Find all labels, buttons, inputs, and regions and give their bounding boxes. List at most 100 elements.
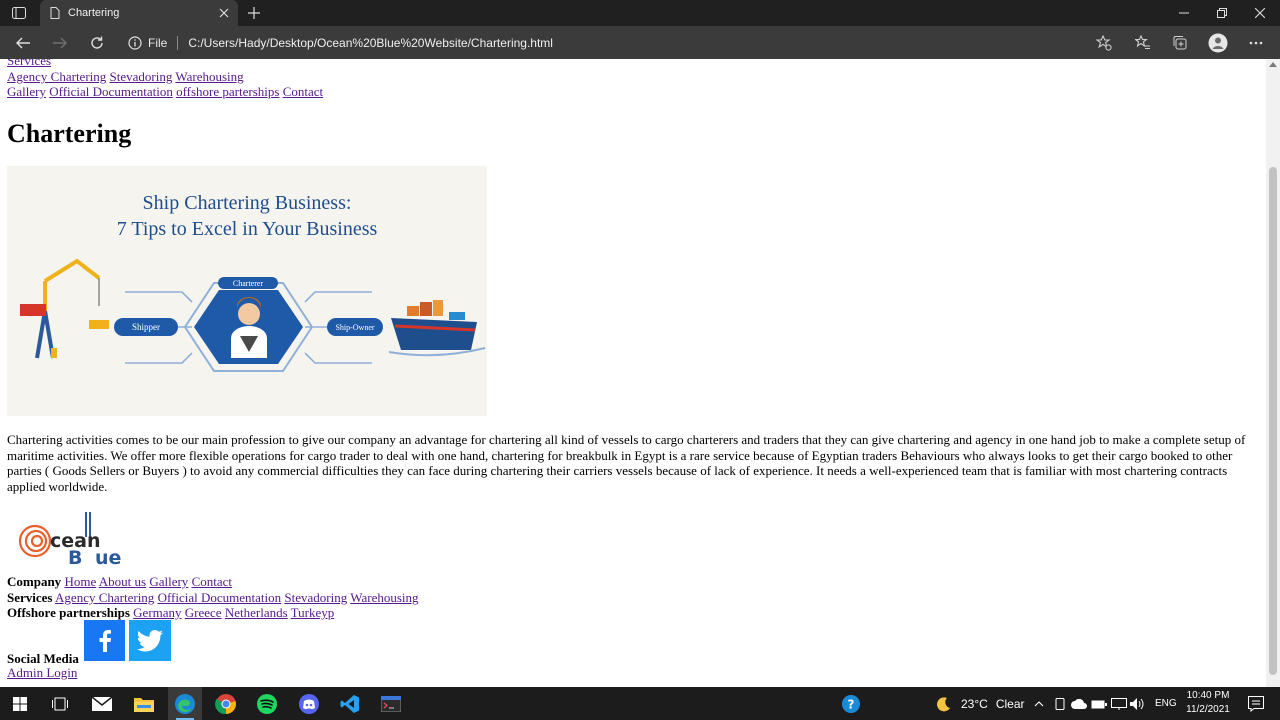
help-button[interactable]: ? <box>838 691 864 717</box>
footer-link-official-documentation[interactable]: Official Documentation <box>158 590 282 605</box>
logo-word-ue: ue <box>95 547 121 567</box>
close-icon <box>1255 8 1265 18</box>
footer-link-agency-chartering[interactable]: Agency Chartering <box>55 590 154 605</box>
footer-link-greece[interactable]: Greece <box>185 605 222 620</box>
weather-widget[interactable]: 23°C Clear <box>936 696 1025 712</box>
clock-date: 11/2/2021 <box>1186 704 1230 715</box>
start-button[interactable] <box>7 691 33 717</box>
mail-app[interactable] <box>89 691 115 717</box>
collections-icon <box>1173 35 1187 49</box>
tab-title: Chartering <box>68 7 120 19</box>
clock[interactable]: 10:40 PM 11/2/2021 <box>1180 689 1236 717</box>
nav-link-stevadoring[interactable]: Stevadoring <box>110 69 173 84</box>
file-explorer-app[interactable] <box>131 691 157 717</box>
hero-headline-1: Ship Chartering Business: <box>143 192 352 214</box>
footer-link-contact[interactable]: Contact <box>192 574 232 589</box>
nav-services: Services <box>7 59 51 68</box>
nav-link-contact[interactable]: Contact <box>283 84 323 99</box>
nav-link-services[interactable]: Services <box>7 59 51 68</box>
page-title: Chartering <box>7 119 132 148</box>
footer-company-label: Company <box>7 574 62 589</box>
footer-link-gallery[interactable]: Gallery <box>149 574 188 589</box>
language-indicator[interactable]: ENG <box>1155 698 1177 709</box>
vscode-app[interactable] <box>337 691 363 717</box>
nav-link-official-documentation[interactable]: Official Documentation <box>49 84 173 99</box>
discord-app[interactable] <box>296 691 322 717</box>
moon-icon <box>937 697 950 712</box>
vscode-icon <box>340 695 359 713</box>
spotify-app[interactable] <box>254 691 280 717</box>
folder-icon <box>134 698 154 712</box>
spotify-icon <box>257 694 277 714</box>
favorites-button[interactable] <box>1130 30 1156 55</box>
onedrive-button[interactable] <box>1070 691 1088 717</box>
svg-text:?: ? <box>848 698 855 712</box>
settings-more-button[interactable] <box>1243 30 1269 55</box>
footer-link-netherlands[interactable]: Netherlands <box>225 605 288 620</box>
usb-device-icon <box>1055 698 1065 710</box>
twitter-icon <box>137 629 163 651</box>
back-arrow-icon <box>16 37 30 48</box>
forward-arrow-icon <box>53 37 67 48</box>
task-view-button[interactable] <box>47 691 73 717</box>
battery-button[interactable] <box>1090 691 1108 717</box>
windows-logo-icon <box>13 697 27 711</box>
shipper-label: Shipper <box>132 322 160 332</box>
info-icon[interactable] <box>128 35 142 50</box>
admin-login-link[interactable]: Admin Login <box>7 665 77 681</box>
chrome-app[interactable] <box>213 691 239 717</box>
restore-icon <box>1217 8 1227 18</box>
scroll-up-arrow-icon[interactable] <box>1269 62 1277 67</box>
logo-word-b: B <box>68 547 82 567</box>
footer-link-home[interactable]: Home <box>64 574 96 589</box>
close-window-button[interactable] <box>1241 0 1279 26</box>
nav-link-gallery[interactable]: Gallery <box>7 84 46 99</box>
twitter-button[interactable] <box>129 620 171 661</box>
add-favorite-button[interactable] <box>1091 30 1117 55</box>
refresh-icon <box>91 36 103 49</box>
collections-button[interactable] <box>1167 30 1193 55</box>
nav-services-sub: Agency Chartering Stevadoring Warehousin… <box>7 69 244 84</box>
footer-link-stevadoring[interactable]: Stevadoring <box>284 590 347 605</box>
tab-close-button[interactable] <box>214 3 234 23</box>
footer-link-about-us[interactable]: About us <box>99 574 146 589</box>
refresh-button[interactable] <box>84 30 110 55</box>
page-viewport: Services Agency Chartering Stevadoring W… <box>0 59 1266 687</box>
footer-link-warehousing[interactable]: Warehousing <box>350 590 418 605</box>
close-icon <box>219 8 229 18</box>
minimize-icon <box>1179 12 1189 14</box>
nav-link-warehousing[interactable]: Warehousing <box>175 69 243 84</box>
footer-link-turkeyp[interactable]: Turkeyp <box>291 605 335 620</box>
facebook-button[interactable] <box>84 620 125 661</box>
tray-device-icon[interactable] <box>1051 691 1069 717</box>
nav-link-offshore-parterships[interactable]: offshore parterships <box>176 84 279 99</box>
back-button[interactable] <box>10 30 36 55</box>
footer-link-germany[interactable]: Germany <box>133 605 181 620</box>
vertical-scrollbar[interactable] <box>1266 59 1280 687</box>
tray-overflow-button[interactable] <box>1029 691 1049 717</box>
minimize-button[interactable] <box>1165 0 1203 26</box>
restore-button[interactable] <box>1203 0 1241 26</box>
terminal-app[interactable] <box>378 691 404 717</box>
notifications-button[interactable] <box>1243 691 1269 717</box>
file-label: File <box>148 35 168 50</box>
page-icon <box>50 7 60 19</box>
nav-link-agency-chartering[interactable]: Agency Chartering <box>7 69 106 84</box>
favorites-icon <box>1135 34 1150 49</box>
tab-actions-button[interactable] <box>8 4 30 22</box>
scroll-thumb[interactable] <box>1269 167 1277 675</box>
url-field[interactable]: File C:/Users/Hady/Desktop/Ocean%20Blue%… <box>120 31 1080 54</box>
notification-icon <box>1248 696 1264 712</box>
edge-app[interactable] <box>172 691 198 717</box>
ship-illustration <box>388 300 486 357</box>
tab-chartering[interactable]: Chartering <box>40 0 238 26</box>
volume-button[interactable] <box>1129 691 1147 717</box>
network-button[interactable] <box>1110 691 1128 717</box>
hero-image: Ship Chartering Business: 7 Tips to Exce… <box>7 166 487 416</box>
url-text[interactable]: C:/Users/Hady/Desktop/Ocean%20Blue%20Web… <box>188 36 553 50</box>
profile-button[interactable] <box>1205 30 1231 55</box>
forward-button[interactable] <box>47 30 73 55</box>
new-tab-button[interactable] <box>244 3 264 23</box>
logo-graphic: cean B ue <box>18 512 121 569</box>
footer-offshore-label: Offshore partnerships <box>7 605 130 620</box>
